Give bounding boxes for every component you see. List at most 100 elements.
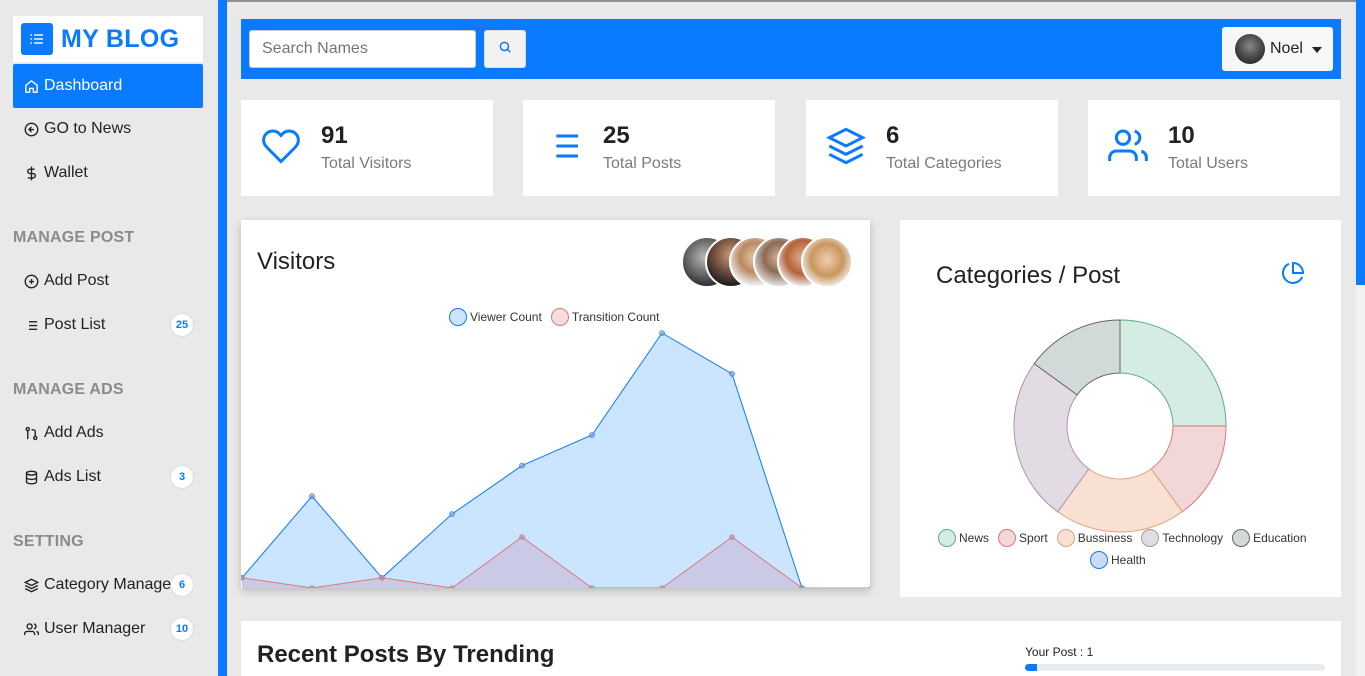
search-input[interactable] [249, 30, 476, 68]
data-point [241, 575, 245, 581]
recent-posts-title: Recent Posts By Trending [257, 641, 555, 668]
sidebar-item-label: Wallet [44, 164, 88, 181]
user-menu-dropdown[interactable]: Noel [1222, 27, 1333, 71]
stat-card-posts: 25 Total Posts [523, 100, 775, 196]
visitors-area-chart[interactable] [241, 220, 870, 588]
legend-label: Education [1253, 531, 1307, 545]
stat-label: Total Users [1168, 155, 1249, 172]
section-title-manage-post: MANAGE POST [13, 229, 135, 246]
legend-swatch [1056, 529, 1075, 547]
section-title-manage-ads: MANAGE ADS [13, 381, 124, 398]
scrollbar-thumb[interactable] [1356, 0, 1365, 285]
legend-item[interactable]: News [938, 529, 989, 547]
legend-swatch [1090, 551, 1108, 569]
sidebar-item-label: Add Ads [44, 424, 104, 441]
ads-list-count-badge: 3 [171, 466, 193, 488]
dollar-icon [23, 165, 39, 181]
sidebar-item-label: Add Post [44, 272, 109, 289]
sidebar-scrollbar[interactable] [218, 0, 227, 676]
database-icon [23, 469, 39, 485]
stat-value: 91 [321, 122, 348, 149]
data-point [309, 493, 315, 500]
menu-icon[interactable] [21, 23, 53, 55]
sidebar-item-label: User Manager [44, 620, 146, 637]
post-list-count-badge: 25 [171, 314, 193, 336]
data-point [519, 534, 525, 540]
legend-item[interactable]: Bussiness [1056, 529, 1133, 547]
heart-icon [262, 129, 300, 164]
legend-label: Sport [1019, 531, 1048, 545]
brand-title: MY BLOG [61, 24, 180, 53]
legend-swatch [1232, 529, 1251, 547]
data-point [729, 371, 735, 377]
data-point [519, 462, 525, 469]
stat-value: 10 [1168, 122, 1195, 149]
sidebar-item-label: Dashboard [44, 77, 123, 94]
sidebar-item-label: Category Manager [44, 576, 177, 593]
stat-label: Total Visitors [321, 155, 412, 172]
sidebar-item-label: Post List [44, 316, 106, 333]
sidebar-item-ads-list[interactable]: Ads List 3 [13, 455, 203, 499]
data-point [799, 585, 805, 588]
sidebar-item-wallet[interactable]: Wallet [13, 151, 203, 195]
stat-value: 25 [603, 122, 630, 149]
brand[interactable]: MY BLOG [13, 16, 203, 62]
legend-swatch [938, 529, 956, 547]
data-point [659, 585, 665, 588]
series-area-0 [242, 333, 870, 588]
legend-item[interactable]: Technology [1141, 529, 1223, 547]
avatar [1235, 34, 1265, 64]
sidebar-item-add-post[interactable]: Add Post [13, 259, 203, 303]
progress-fill [1025, 664, 1037, 671]
legend-item[interactable]: Sport [998, 529, 1048, 547]
data-point [449, 585, 455, 588]
donut-slice-news [1119, 319, 1227, 427]
your-post-progress [1025, 664, 1325, 671]
stat-card-categories: 6 Total Categories [806, 100, 1058, 196]
categories-legend: News Sport Bussiness Technology Education Hea… [938, 529, 1328, 569]
layers-icon [23, 577, 39, 593]
legend-swatch [998, 529, 1017, 547]
sidebar-item-category-manager[interactable]: Category Manager 6 [13, 563, 203, 607]
users-icon [23, 621, 39, 637]
list-icon [23, 317, 39, 333]
sidebar-item-add-ads[interactable]: Add Ads [13, 411, 203, 455]
users-icon [1108, 129, 1148, 161]
user-manager-count-badge: 10 [171, 618, 193, 640]
data-point [309, 585, 315, 588]
categories-card: Categories / Post News Sport Bussiness Tech… [900, 220, 1341, 597]
data-point [379, 574, 385, 581]
data-point [729, 534, 735, 540]
search-button[interactable] [484, 30, 526, 68]
legend-item[interactable]: Health [1090, 551, 1146, 569]
home-icon [23, 78, 39, 94]
data-point [449, 511, 455, 517]
recent-posts-card: Recent Posts By Trending Your Post : 1 [241, 621, 1341, 676]
list-icon [548, 134, 578, 158]
visitors-card: Visitors Viewer Count Transition Count [241, 220, 870, 588]
stat-card-users: 10 Total Users [1088, 100, 1340, 196]
section-title-setting: SETTING [13, 533, 84, 550]
legend-label: News [959, 531, 990, 545]
search-icon [498, 40, 512, 59]
legend-item[interactable]: Education [1232, 529, 1307, 547]
main-scrollbar[interactable] [1356, 0, 1365, 676]
sidebar-item-user-manager[interactable]: User Manager 10 [13, 607, 203, 651]
legend-label: Bussiness [1077, 531, 1133, 545]
sidebar: MY BLOG Dashboard GO to News Wallet MANA… [0, 0, 218, 676]
data-point [589, 585, 595, 588]
data-point [869, 586, 870, 588]
user-name: Noel [1270, 40, 1303, 57]
git-pull-icon [23, 425, 39, 441]
layers-icon [826, 127, 866, 165]
arrow-left-circle-icon [23, 121, 39, 137]
sidebar-item-post-list[interactable]: Post List 25 [13, 303, 203, 347]
plus-circle-icon [23, 273, 39, 289]
legend-label: Technology [1162, 531, 1224, 545]
stat-label: Total Posts [603, 155, 682, 172]
your-post-label: Your Post : 1 [1025, 645, 1094, 659]
topbar: Noel [241, 19, 1341, 79]
sidebar-item-dashboard[interactable]: Dashboard [13, 64, 203, 108]
data-point [589, 432, 595, 438]
sidebar-item-go-to-news[interactable]: GO to News [13, 107, 203, 151]
